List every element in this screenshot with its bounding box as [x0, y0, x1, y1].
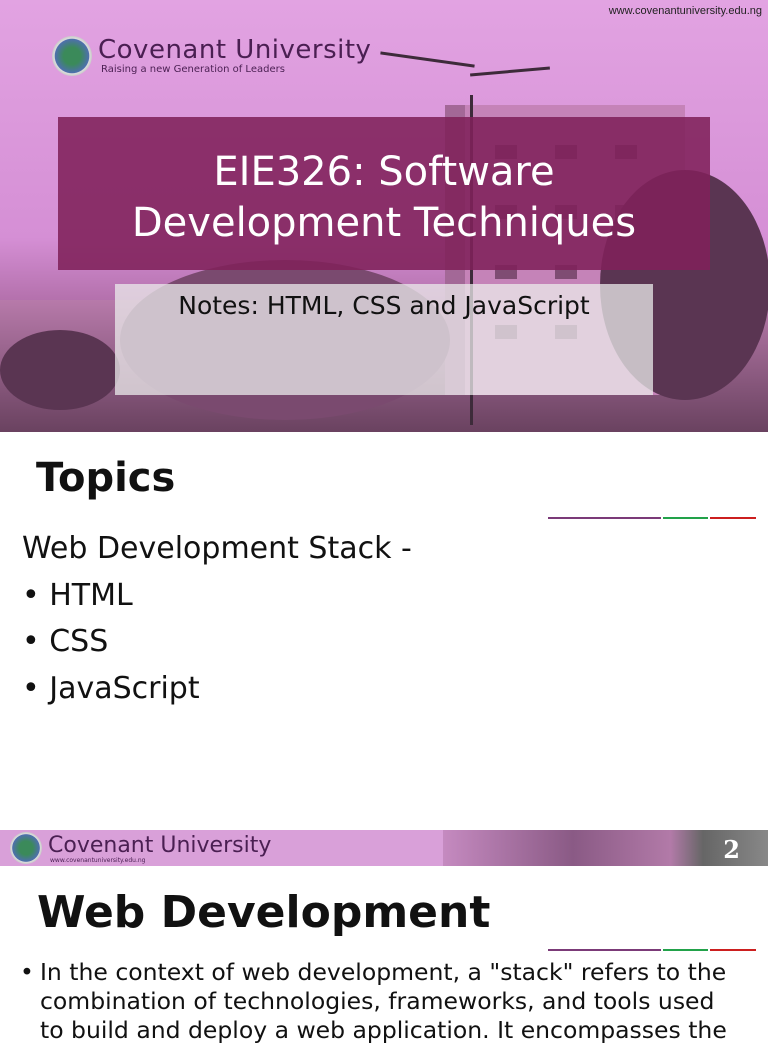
university-seal-icon — [52, 36, 92, 76]
bullet-icon: • — [20, 958, 34, 986]
text-line: to build and deploy a web application. I… — [40, 1016, 727, 1044]
divider-green — [663, 949, 708, 951]
web-development-heading: Web Development — [37, 887, 491, 938]
university-logo: Covenant University Raising a new Genera… — [52, 36, 371, 76]
header-photo — [443, 830, 768, 866]
logo-tagline: Raising a new Generation of Leaders — [101, 64, 285, 75]
page-number: 2 — [723, 835, 740, 864]
text-line: combination of technologies, frameworks,… — [40, 987, 715, 1015]
logo-name: Covenant University — [48, 833, 272, 858]
title-line: EIE326: Software — [213, 149, 555, 195]
topics-list: Web Development Stack - • HTML • CSS • J… — [22, 526, 412, 712]
slide-header-band: Covenant University www.covenantuniversi… — [0, 830, 768, 866]
title-line: Development Techniques — [131, 200, 637, 246]
divider-red — [710, 949, 756, 951]
divider-green — [663, 517, 708, 519]
university-seal-icon — [10, 832, 42, 864]
website-url: www.covenantuniversity.edu.ng — [608, 5, 762, 17]
text-line: In the context of web development, a "st… — [40, 958, 727, 986]
list-item: • CSS — [22, 624, 109, 659]
list-intro: Web Development Stack - — [22, 531, 412, 566]
divider-purple — [548, 949, 661, 951]
slide-title: EIE326: Software Development Techniques — [58, 117, 710, 270]
list-item: • JavaScript — [22, 670, 200, 706]
topics-heading: Topics — [36, 455, 176, 501]
logo-name: Covenant University — [98, 35, 372, 65]
title-slide: www.covenantuniversity.edu.ng Covenant U… — [0, 0, 768, 432]
divider-purple — [548, 517, 661, 519]
bullet-paragraph: • In the context of web development, a "… — [20, 958, 750, 1045]
logo-url: www.covenantuniversity.edu.ng — [50, 857, 146, 864]
slide-subtitle: Notes: HTML, CSS and JavaScript — [115, 284, 653, 395]
list-item: • HTML — [22, 577, 133, 613]
divider-red — [710, 517, 756, 519]
